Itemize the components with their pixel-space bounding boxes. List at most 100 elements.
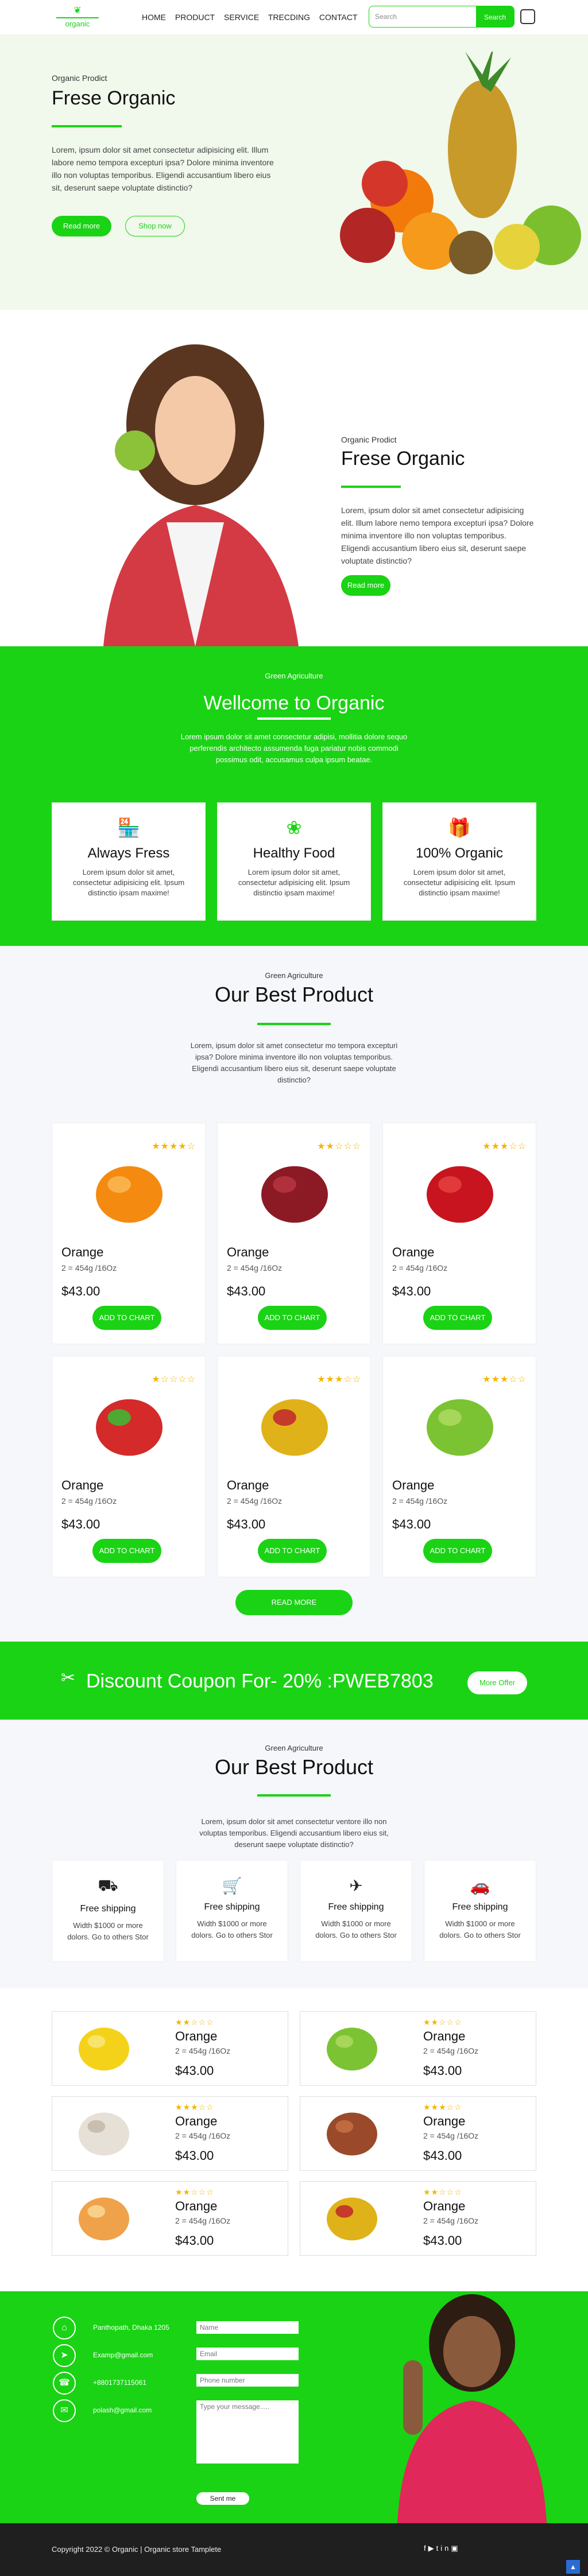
youtube-icon[interactable]: ▶ <box>428 2544 436 2552</box>
add-to-cart-button[interactable]: ADD TO CHART <box>423 1539 492 1563</box>
nav-contact[interactable]: CONTACT <box>319 13 358 22</box>
feature-text: Lorem ipsum dolor sit amet, consectetur … <box>238 868 350 897</box>
search-input[interactable]: Search <box>375 13 397 21</box>
shopping-bag-icon[interactable] <box>520 9 535 24</box>
pomegranate-image <box>261 1166 328 1223</box>
product-name: Orange <box>423 2199 466 2213</box>
rating-stars: ★★☆☆☆ <box>175 2018 214 2027</box>
service-title: Free shipping <box>80 1904 136 1914</box>
truck-icon: ⛟ <box>98 1876 118 1894</box>
product-name: Orange <box>175 2114 218 2128</box>
products-underline <box>257 1023 331 1025</box>
service-title: Free shipping <box>204 1902 260 1912</box>
products-text: Lorem, ipsum dolor sit amet consectetur … <box>190 1041 398 1084</box>
search-button[interactable]: Search <box>476 6 514 27</box>
product-weight: 2 = 454g /16Oz <box>227 1263 283 1273</box>
add-to-cart-button[interactable]: ADD TO CHART <box>258 1306 327 1330</box>
search-box: Search Search <box>369 6 514 28</box>
instagram-icon[interactable]: ▣ <box>451 2544 460 2552</box>
send-button[interactable]: Sent me <box>196 2492 249 2505</box>
read-more-button[interactable]: Read more <box>52 216 111 236</box>
phone-input[interactable]: Phone number <box>196 2374 299 2387</box>
apple-image <box>427 1166 493 1223</box>
service-text: Width $1000 or more dolors. Go to others… <box>439 1919 521 1939</box>
rating-stars: ★★☆☆☆ <box>423 2187 462 2197</box>
product-list-section: ★★☆☆☆ Orange 2 = 454g /16Oz $43.00 ★★☆☆☆ Oran… <box>0 1988 588 2291</box>
fruit-basket-image <box>340 52 581 274</box>
product-price: $43.00 <box>392 1284 431 1298</box>
hero2-eyebrow: Organic Prodict <box>341 435 397 444</box>
strawberry-image <box>96 1399 163 1456</box>
product-name: Orange <box>61 1478 104 1492</box>
footer-copyright: Copyright 2022 © Organic | Organic store… <box>52 2545 222 2554</box>
cart-icon: 🛒 <box>222 1877 242 1895</box>
product-price: $43.00 <box>175 2148 214 2163</box>
car-icon: 🚗 <box>470 1877 490 1895</box>
product-weight: 2 = 454g /16Oz <box>175 2216 231 2225</box>
list-product-card[interactable]: ★★☆☆☆ Orange 2 = 454g /16Oz $43.00 <box>300 2011 536 2086</box>
logo[interactable]: ❦ organic <box>52 5 103 28</box>
list-product-card[interactable]: ★★☆☆☆ Orange 2 = 454g /16Oz $43.00 <box>52 2011 288 2086</box>
shop-now-button[interactable]: Shop now <box>125 216 185 236</box>
rating-stars: ★★★☆☆ <box>175 2102 214 2112</box>
service-card: 🛒 Free shipping Width $1000 or more dolors… <box>176 1860 288 1962</box>
product-name: Orange <box>227 1245 269 1259</box>
service-text: Width $1000 or more dolors. Go to others… <box>191 1919 273 1939</box>
hero2-read-more-button[interactable]: Read more <box>341 575 390 596</box>
nav-service[interactable]: SERVICE <box>224 13 259 22</box>
woman-pointing-image <box>397 2294 547 2523</box>
hero-second-section: Organic Prodict Frese Organic Lorem, ips… <box>0 310 588 646</box>
feature-title: Healthy Food <box>253 845 335 861</box>
service-text: Width $1000 or more dolors. Go to others… <box>67 1921 149 1941</box>
garlic-image <box>79 2112 129 2156</box>
read-more-products-button[interactable]: READ MORE <box>235 1590 353 1615</box>
email-input[interactable]: Email <box>196 2348 299 2360</box>
product-weight: 2 = 454g /16Oz <box>423 2131 479 2140</box>
main-nav: HOME PRODUCT SERVICE TRECDING CONTACT <box>142 13 365 22</box>
name-input[interactable]: Name <box>196 2321 299 2334</box>
green-apple-image <box>427 1399 493 1456</box>
contact-info-text: Examp@gmail.com <box>93 2351 153 2359</box>
mango-image <box>261 1399 328 1456</box>
coupon-banner: ✂ Discount Coupon For- 20% :PWEB7803 Mor… <box>0 1642 588 1720</box>
nav-home[interactable]: HOME <box>142 13 166 22</box>
hero-text: Lorem, ipsum dolor sit amet consectetur … <box>52 145 274 192</box>
product-name: Orange <box>423 2029 466 2043</box>
list-product-card[interactable]: ★★★☆☆ Orange 2 = 454g /16Oz $43.00 <box>300 2096 536 2171</box>
welcome-section: Green Agriculture Wellcome to Organic Lo… <box>0 646 588 946</box>
services-eyebrow: Green Agriculture <box>265 1744 323 1752</box>
send-icon: ➤ <box>53 2344 76 2367</box>
nav-trending[interactable]: TRECDING <box>268 13 310 22</box>
service-card: ✈ Free shipping Width $1000 or more dolors… <box>300 1860 412 1962</box>
list-product-card[interactable]: ★★★☆☆ Orange 2 = 454g /16Oz $43.00 <box>52 2096 288 2171</box>
facebook-icon[interactable]: f <box>424 2544 428 2552</box>
linkedin-icon[interactable]: in <box>440 2544 451 2552</box>
product-weight: 2 = 454g /16Oz <box>392 1263 448 1273</box>
rating-stars: ★☆☆☆☆ <box>152 1375 196 1384</box>
add-to-cart-button[interactable]: ADD TO CHART <box>258 1539 327 1563</box>
product-name: Orange <box>423 2114 466 2128</box>
add-to-cart-button[interactable]: ADD TO CHART <box>92 1539 161 1563</box>
add-to-cart-button[interactable]: ADD TO CHART <box>92 1306 161 1330</box>
feature-card: ❀ Healthy Food Lorem ipsum dolor sit ame… <box>217 802 371 921</box>
hero2-underline <box>341 486 401 488</box>
product-price: $43.00 <box>423 2233 462 2248</box>
welcome-underline <box>257 717 331 720</box>
products-title: Our Best Product <box>214 983 374 1006</box>
back-to-top-button[interactable]: ▲ <box>566 2560 580 2574</box>
leaf-icon: ❦ <box>74 6 82 15</box>
rating-stars: ★★☆☆☆ <box>423 2018 462 2027</box>
add-to-cart-button[interactable]: ADD TO CHART <box>423 1306 492 1330</box>
nav-product[interactable]: PRODUCT <box>175 13 215 22</box>
rating-stars: ★★★☆☆ <box>317 1375 361 1384</box>
more-offer-button[interactable]: More Offer <box>467 1671 527 1694</box>
message-textarea[interactable]: Type your message..... <box>196 2400 299 2464</box>
coupon-text: Discount Coupon For- 20% :PWEB7803 <box>86 1670 434 1692</box>
onion-image <box>327 2112 377 2156</box>
list-product-card[interactable]: ★★☆☆☆ Orange 2 = 454g /16Oz $43.00 <box>52 2181 288 2256</box>
list-product-card[interactable]: ★★☆☆☆ Orange 2 = 454g /16Oz $43.00 <box>300 2181 536 2256</box>
product-price: $43.00 <box>175 2233 214 2248</box>
product-price: $43.00 <box>392 1517 431 1531</box>
product-card: ★★★★☆ Orange 2 = 454g /16Oz $43.00 ADD TO CH… <box>52 1123 206 1344</box>
plane-icon: ✈ <box>349 1877 363 1895</box>
